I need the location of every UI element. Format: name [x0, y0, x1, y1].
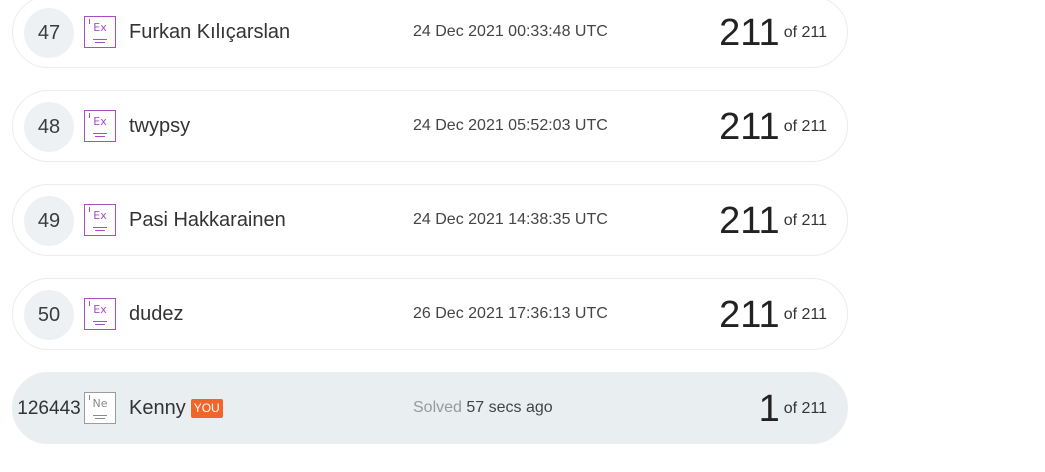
- solved-status: Solved 57 secs ago: [413, 373, 553, 443]
- level-ex-icon: Ex: [84, 204, 116, 236]
- leaderboard-row: 47 Ex Furkan Kılıçarslan 24 Dec 2021 00:…: [12, 0, 848, 68]
- rank-badge: 47: [24, 8, 74, 58]
- solved-label: Solved: [413, 399, 462, 416]
- rank-badge: 50: [24, 290, 74, 340]
- current-user-row: 126443 Ne Kenny YOU Solved 57 secs ago 1o…: [12, 372, 848, 444]
- score-value: 1: [758, 388, 780, 430]
- score-value: 211: [719, 200, 780, 242]
- level-symbol: Ex: [93, 115, 107, 128]
- leaderboard-row: 49 Ex Pasi Hakkarainen 24 Dec 2021 14:38…: [12, 184, 848, 256]
- level-ex-icon: Ex: [84, 110, 116, 142]
- level-ne-icon: Ne: [84, 392, 116, 424]
- level-symbol: Ex: [93, 21, 107, 34]
- score-total: of 211: [783, 212, 827, 229]
- leaderboard: 47 Ex Furkan Kılıçarslan 24 Dec 2021 00:…: [0, 0, 1045, 472]
- score: 211 of 211: [719, 279, 827, 349]
- current-user-name[interactable]: Kenny: [129, 397, 186, 419]
- rank-badge: 49: [24, 196, 74, 246]
- score-total: of 211: [783, 24, 827, 41]
- solved-time: 57 secs ago: [466, 399, 553, 416]
- user-name[interactable]: Furkan Kılıçarslan: [129, 0, 290, 67]
- you-badge: YOU: [190, 399, 223, 418]
- completion-date: 24 Dec 2021 05:52:03 UTC: [413, 117, 608, 134]
- score-total: of 211: [783, 400, 827, 417]
- leaderboard-row: 48 Ex twypsy 24 Dec 2021 05:52:03 UTC 21…: [12, 90, 848, 162]
- score-total: of 211: [783, 118, 827, 135]
- level-symbol: Ex: [93, 303, 107, 316]
- level-symbol: Ne: [92, 397, 108, 410]
- level-ex-icon: Ex: [84, 298, 116, 330]
- user-name[interactable]: Pasi Hakkarainen: [129, 185, 286, 255]
- level-symbol: Ex: [93, 209, 107, 222]
- completion-date: 24 Dec 2021 14:38:35 UTC: [413, 211, 608, 228]
- score-total: of 211: [783, 306, 827, 323]
- score-value: 211: [719, 294, 780, 336]
- score-value: 211: [719, 12, 780, 54]
- rank-badge: 48: [24, 102, 74, 152]
- completion-date: 24 Dec 2021 00:33:48 UTC: [413, 23, 608, 40]
- level-ex-icon: Ex: [84, 16, 116, 48]
- score: 211 of 211: [719, 91, 827, 161]
- score: 211 of 211: [719, 0, 827, 67]
- score: 1 of 211: [759, 373, 827, 443]
- rank-badge: 126443: [17, 398, 81, 419]
- user-name: Kenny YOU: [129, 373, 223, 443]
- score: 211 of 211: [719, 185, 827, 255]
- leaderboard-row: 50 Ex dudez 26 Dec 2021 17:36:13 UTC 211…: [12, 278, 848, 350]
- score-value: 211: [719, 106, 780, 148]
- completion-date: 26 Dec 2021 17:36:13 UTC: [413, 305, 608, 322]
- user-name[interactable]: twypsy: [129, 91, 190, 161]
- user-name[interactable]: dudez: [129, 279, 184, 349]
